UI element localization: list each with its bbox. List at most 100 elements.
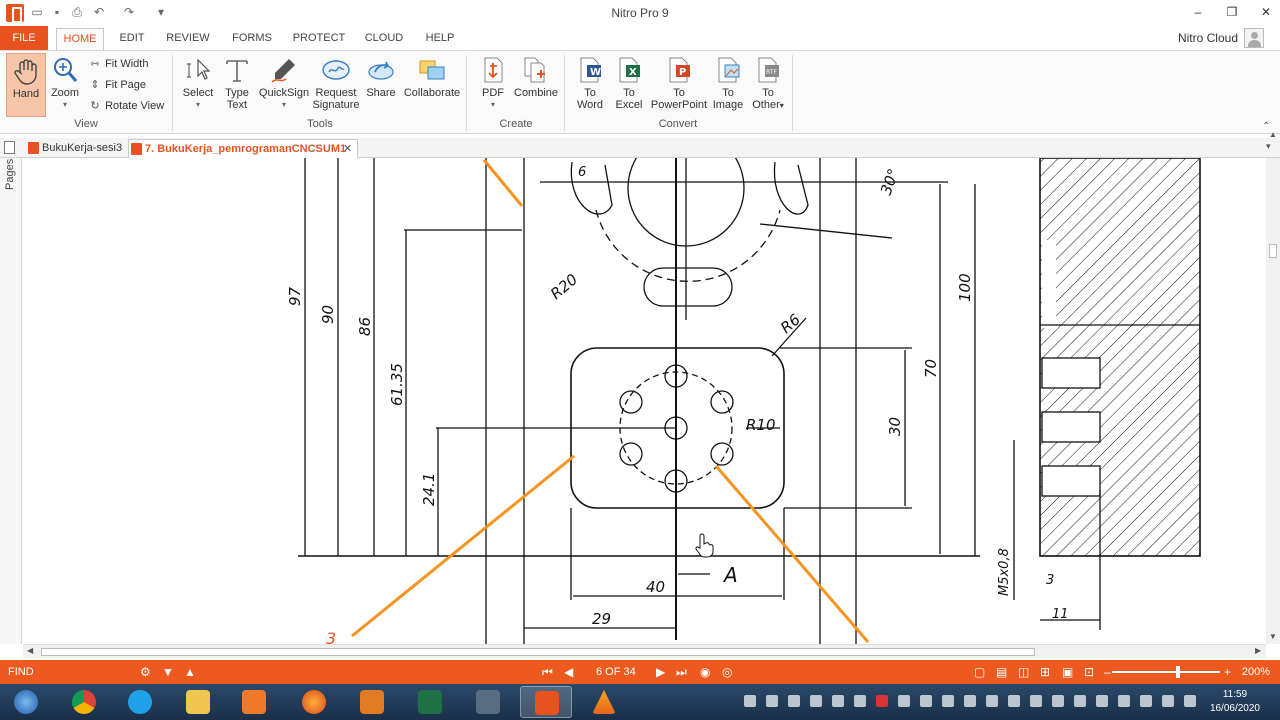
to-powerpoint-button[interactable]: P To PowerPoint	[650, 55, 708, 111]
restore-icon[interactable]: ❐	[1220, 4, 1244, 20]
tab-file[interactable]: FILE	[0, 26, 48, 50]
minimize-icon[interactable]: –	[1186, 4, 1210, 20]
tray-icon[interactable]	[986, 695, 998, 707]
fit-width-button[interactable]: ⇿ Fit Width	[88, 56, 148, 72]
vertical-scrollbar[interactable]: ▲ ▼	[1266, 130, 1280, 644]
tab-help[interactable]: HELP	[422, 30, 458, 50]
to-excel-button[interactable]: X To Excel	[612, 55, 646, 111]
scroll-thumb[interactable]	[1269, 244, 1277, 258]
tray-icon[interactable]	[1118, 695, 1130, 707]
create-pdf-button[interactable]: PDF ▾	[476, 55, 510, 111]
to-word-button[interactable]: W To Word	[572, 55, 608, 111]
zoom-out-icon[interactable]: –	[1104, 665, 1111, 679]
zoom-button[interactable]: Zoom ▾	[48, 55, 82, 111]
tab-cloud[interactable]: CLOUD	[362, 30, 406, 50]
fullscreen-icon[interactable]: ⊡	[1084, 665, 1094, 679]
taskbar-vlc[interactable]	[578, 686, 630, 718]
facing-continuous-icon[interactable]: ⊞	[1040, 665, 1050, 679]
hand-tool-button[interactable]: Hand	[6, 53, 46, 117]
back-icon[interactable]: ◉	[700, 665, 710, 679]
volume-icon[interactable]	[1184, 695, 1196, 707]
taskbar-explorer[interactable]	[172, 686, 224, 718]
request-signature-button[interactable]: Request Signature	[311, 55, 361, 111]
fit-page-button[interactable]: ⇕ Fit Page	[88, 77, 146, 93]
taskbar-excel[interactable]	[404, 686, 456, 718]
doc-tab-1[interactable]: BukuKerja-sesi3	[26, 139, 126, 158]
find-next-icon[interactable]: ▲	[184, 665, 196, 679]
combine-button[interactable]: Combine	[514, 55, 558, 99]
tray-icon[interactable]	[810, 695, 822, 707]
network-icon[interactable]	[1162, 695, 1174, 707]
quicksign-button[interactable]: QuickSign ▾	[258, 55, 310, 111]
single-page-icon[interactable]: ▢	[974, 665, 985, 679]
tray-icon[interactable]	[942, 695, 954, 707]
taskbar-firefox[interactable]	[288, 686, 340, 718]
zoom-slider-thumb[interactable]	[1176, 666, 1180, 678]
tray-icon[interactable]	[744, 695, 756, 707]
tab-protect[interactable]: PROTECT	[290, 30, 348, 50]
pages-panel[interactable]	[0, 158, 22, 644]
taskbar-media[interactable]	[228, 686, 280, 718]
tab-home[interactable]: HOME	[56, 28, 104, 50]
first-page-icon[interactable]: ⏮	[542, 665, 553, 679]
tray-icon[interactable]	[1140, 695, 1152, 707]
page-indicator[interactable]: 6 OF 34	[596, 666, 636, 678]
tray-icon[interactable]	[788, 695, 800, 707]
zoom-level[interactable]: 200%	[1242, 666, 1270, 678]
tray-icon[interactable]	[1008, 695, 1020, 707]
prev-page-icon[interactable]: ◀	[564, 665, 573, 679]
tray-icon[interactable]	[1074, 695, 1086, 707]
find-prev-icon[interactable]: ▼	[162, 665, 174, 679]
taskbar-nitro[interactable]	[520, 686, 572, 718]
tray-icon[interactable]	[920, 695, 932, 707]
continuous-icon[interactable]: ▤	[996, 665, 1007, 679]
tray-icon[interactable]	[876, 695, 888, 707]
scroll-thumb[interactable]	[41, 648, 1035, 656]
tray-icon[interactable]	[1096, 695, 1108, 707]
to-other-button[interactable]: RTF To Other▾	[748, 55, 788, 112]
find-label[interactable]: FIND	[8, 666, 34, 678]
nitro-cloud-label[interactable]: Nitro Cloud	[1178, 31, 1238, 45]
rotate-view-button[interactable]: ↻ Rotate View	[88, 98, 164, 114]
tray-icon[interactable]	[1052, 695, 1064, 707]
to-image-button[interactable]: To Image	[710, 55, 746, 111]
taskbar-clock[interactable]: 11:59 16/06/2020	[1210, 688, 1260, 716]
type-text-button[interactable]: Type Text	[220, 55, 254, 111]
tab-review[interactable]: REVIEW	[164, 30, 212, 50]
doc-tab-2[interactable]: 7. BukuKerja_pemrogramanCNCSUM1 ✕	[128, 139, 358, 158]
taskbar-chrome[interactable]	[58, 686, 110, 718]
next-page-icon[interactable]: ▶	[656, 665, 665, 679]
document-viewport[interactable]: 97 90 86 61.35 24.1 R20 R6 R10 70 30 100…	[23, 158, 1266, 644]
tray-icon[interactable]	[1030, 695, 1042, 707]
close-icon[interactable]: ✕	[1254, 4, 1278, 20]
horizontal-scrollbar[interactable]: ◀ ▶	[23, 644, 1266, 658]
taskbar-app-i[interactable]	[346, 686, 398, 718]
share-button[interactable]: Share	[364, 55, 398, 99]
fit-icon[interactable]: ▣	[1062, 665, 1073, 679]
zoom-in-icon[interactable]: +	[1224, 665, 1231, 679]
tray-icon[interactable]	[832, 695, 844, 707]
scroll-left-icon[interactable]: ◀	[27, 646, 33, 655]
bluetooth-icon[interactable]	[854, 695, 866, 707]
tray-icon[interactable]	[766, 695, 778, 707]
pages-toggle-icon[interactable]	[4, 141, 15, 154]
start-button[interactable]	[0, 686, 52, 718]
last-page-icon[interactable]: ⏭	[676, 665, 687, 679]
select-button[interactable]: Select ▾	[180, 55, 216, 111]
taskbar-ie[interactable]	[114, 686, 166, 718]
taskbar-app-x[interactable]	[462, 686, 514, 718]
tray-icon[interactable]	[964, 695, 976, 707]
collaborate-button[interactable]: Collaborate	[402, 55, 462, 99]
tabs-dropdown-icon[interactable]: ▾	[1266, 141, 1271, 152]
zoom-slider[interactable]	[1112, 671, 1220, 673]
forward-icon[interactable]: ◎	[722, 665, 732, 679]
scroll-down-icon[interactable]: ▼	[1269, 632, 1277, 641]
settings-icon[interactable]: ⚙	[140, 665, 151, 679]
tab-forms[interactable]: FORMS	[228, 30, 276, 50]
tray-icon[interactable]	[898, 695, 910, 707]
scroll-right-icon[interactable]: ▶	[1255, 646, 1261, 655]
facing-icon[interactable]: ◫	[1018, 665, 1029, 679]
close-tab-icon[interactable]: ✕	[343, 140, 352, 158]
tab-edit[interactable]: EDIT	[114, 30, 150, 50]
pages-panel-label[interactable]: Pages	[4, 159, 16, 190]
